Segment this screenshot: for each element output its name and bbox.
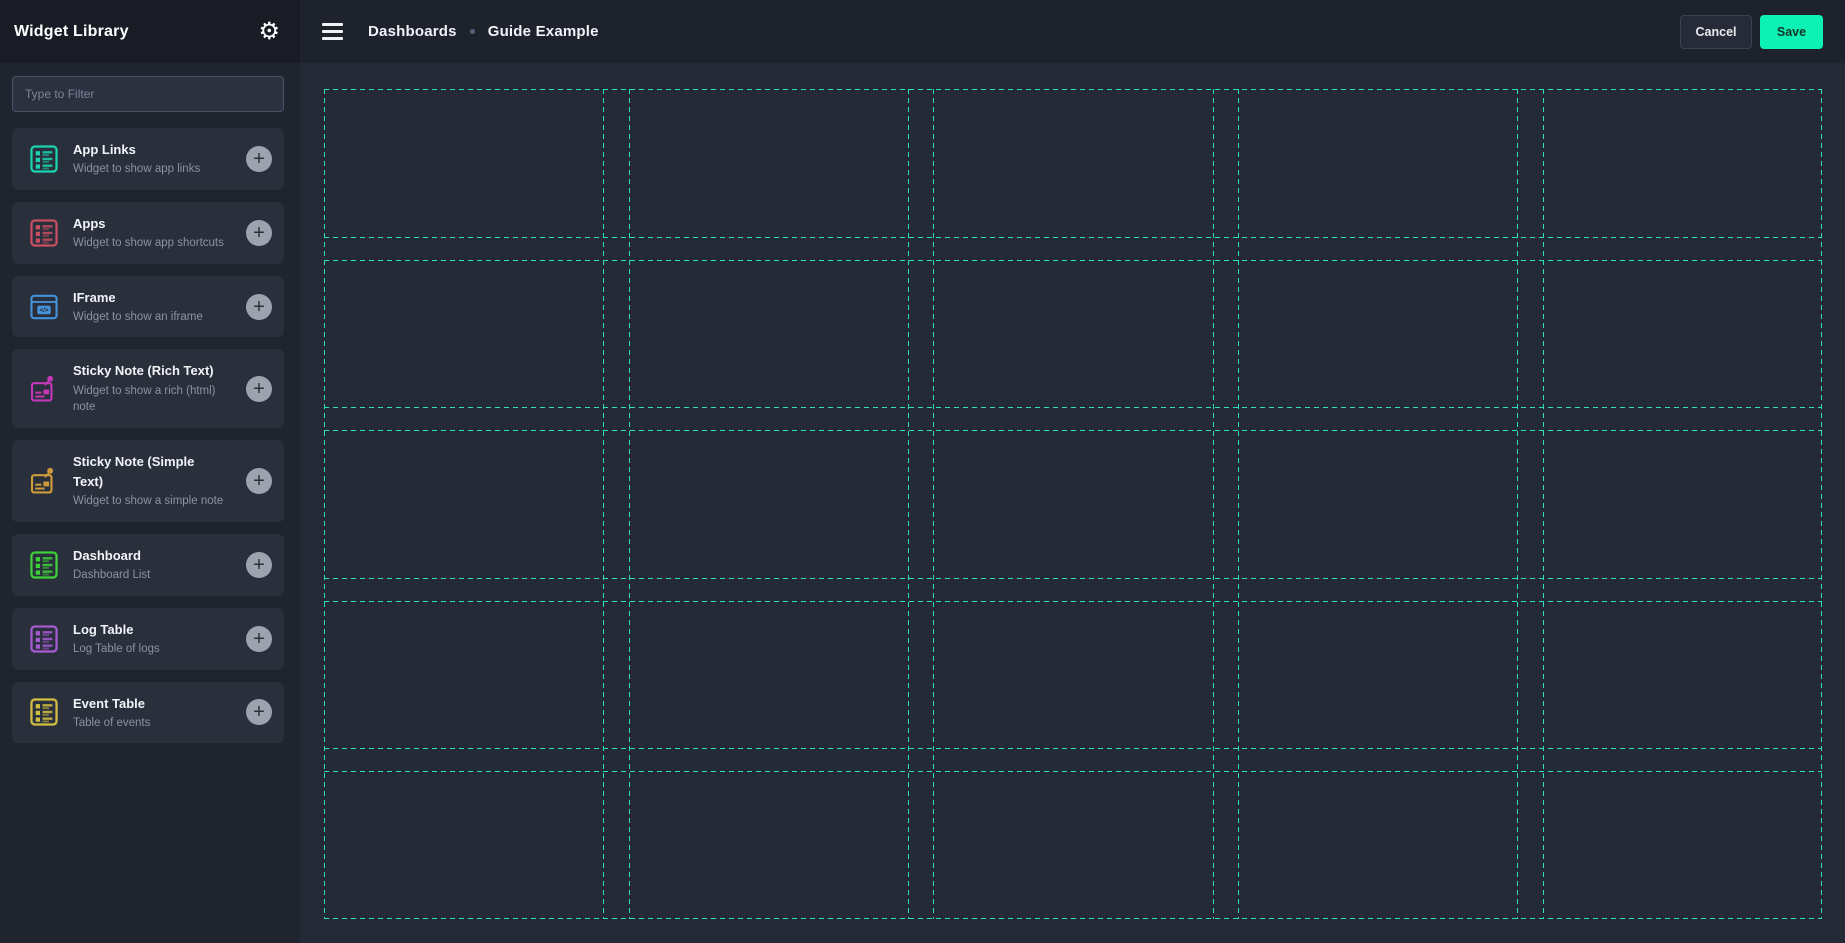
widget-description: Log Table of logs [73,641,240,658]
save-button[interactable]: Save [1760,15,1823,49]
list-icon [28,549,60,581]
widget-title: Log Table [73,620,240,640]
breadcrumb-current: Guide Example [488,23,599,40]
add-widget-button[interactable]: + [246,146,272,172]
sidebar-body: App LinksWidget to show app links+ AppsW… [0,63,300,943]
note-icon [28,373,60,405]
dashboard-canvas[interactable] [300,63,1845,943]
add-widget-button[interactable]: + [246,376,272,402]
widget-text: Sticky Note (Simple Text)Widget to show … [73,452,246,510]
add-widget-button[interactable]: + [246,468,272,494]
add-widget-button[interactable]: + [246,626,272,652]
widget-description: Dashboard List [73,567,240,584]
list-icon [28,217,60,249]
widget-text: Sticky Note (Rich Text)Widget to show a … [73,361,246,415]
svg-text:</>: </> [40,307,49,314]
breadcrumb-dashboards[interactable]: Dashboards [368,23,457,40]
list-icon [28,143,60,175]
grid-line-vertical [1517,89,1518,919]
widget-title: Event Table [73,694,240,714]
dashboard-grid [324,89,1822,919]
sidebar-header: Widget Library ⚙ [0,0,300,63]
grid-line-horizontal [324,237,1822,238]
grid-line-horizontal [324,407,1822,408]
grid-line-vertical [1821,89,1822,919]
grid-line-vertical [603,89,604,919]
widget-text: AppsWidget to show app shortcuts [73,214,246,252]
breadcrumb-separator-dot [470,29,475,34]
list-icon [28,696,60,728]
widget-description: Widget to show app links [73,161,240,178]
grid-line-horizontal [324,748,1822,749]
grid-line-vertical [933,89,934,919]
widget-card-event-table[interactable]: Event TableTable of events+ [12,682,284,744]
widget-description: Widget to show a rich (html) note [73,383,240,416]
grid-line-horizontal [324,260,1822,261]
add-widget-button[interactable]: + [246,552,272,578]
widget-title: IFrame [73,288,240,308]
gear-icon[interactable]: ⚙ [258,20,280,44]
grid-line-vertical [629,89,630,919]
widget-card-dashboard[interactable]: DashboardDashboard List+ [12,534,284,596]
widget-text: Log TableLog Table of logs [73,620,246,658]
cancel-button[interactable]: Cancel [1680,15,1752,49]
add-widget-button[interactable]: + [246,294,272,320]
widget-card-apps[interactable]: AppsWidget to show app shortcuts+ [12,202,284,264]
grid-line-horizontal [324,430,1822,431]
grid-line-horizontal [324,89,1822,90]
grid-line-vertical [1213,89,1214,919]
grid-line-vertical [1238,89,1239,919]
widget-library-sidebar: Widget Library ⚙ App LinksWidget to show… [0,0,300,943]
grid-line-horizontal [324,918,1822,919]
grid-line-horizontal [324,601,1822,602]
widget-list: App LinksWidget to show app links+ AppsW… [12,128,284,743]
widget-description: Widget to show an iframe [73,309,240,326]
topbar: Dashboards Guide Example Cancel Save [300,0,1845,63]
menu-icon[interactable] [322,23,343,40]
sidebar-title: Widget Library [14,23,129,41]
iframe-icon: </> [28,291,60,323]
list-icon [28,623,60,655]
widget-card-app-links[interactable]: App LinksWidget to show app links+ [12,128,284,190]
grid-line-horizontal [324,771,1822,772]
widget-description: Widget to show a simple note [73,493,240,510]
note-icon [28,465,60,497]
grid-line-vertical [1543,89,1544,919]
widget-text: DashboardDashboard List [73,546,246,584]
widget-title: Sticky Note (Simple Text) [73,452,203,492]
widget-title: Dashboard [73,546,240,566]
filter-input[interactable] [12,76,284,112]
main-column: Dashboards Guide Example Cancel Save [300,0,1845,943]
topbar-actions: Cancel Save [1680,15,1823,49]
grid-line-vertical [908,89,909,919]
add-widget-button[interactable]: + [246,220,272,246]
widget-title: Apps [73,214,240,234]
widget-title: App Links [73,140,240,160]
widget-text: App LinksWidget to show app links [73,140,246,178]
widget-text: Event TableTable of events [73,694,246,732]
add-widget-button[interactable]: + [246,699,272,725]
widget-title: Sticky Note (Rich Text) [73,361,240,381]
widget-description: Widget to show app shortcuts [73,235,240,252]
widget-card-sticky-note-rich-text[interactable]: Sticky Note (Rich Text)Widget to show a … [12,349,284,427]
widget-card-log-table[interactable]: Log TableLog Table of logs+ [12,608,284,670]
grid-line-vertical [324,89,325,919]
breadcrumb: Dashboards Guide Example [368,23,599,40]
widget-text: IFrameWidget to show an iframe [73,288,246,326]
widget-card-sticky-note-simple-text[interactable]: Sticky Note (Simple Text)Widget to show … [12,440,284,522]
app-root: Widget Library ⚙ App LinksWidget to show… [0,0,1845,943]
grid-line-horizontal [324,578,1822,579]
widget-description: Table of events [73,715,240,732]
widget-card-iframe[interactable]: </>IFrameWidget to show an iframe+ [12,276,284,338]
